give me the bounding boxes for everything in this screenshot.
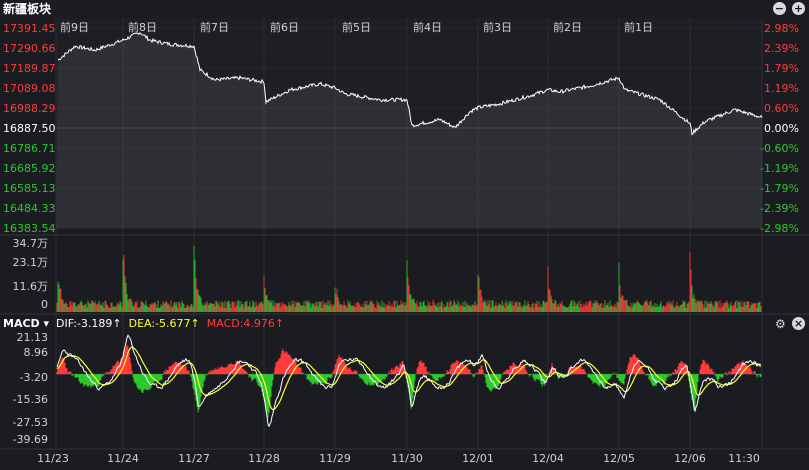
price-tick-label: 17290.66 <box>3 42 56 55</box>
percent-tick-label: 2.98% <box>764 22 799 35</box>
percent-tick-label: -0.60% <box>760 142 799 155</box>
chart-root: 新疆板块 − + 前9日 前8日 前7日 前6日 前5日 前4日 前3日 前2日 前1日 1739… <box>0 0 809 470</box>
percent-tick-label: 1.79% <box>764 62 799 75</box>
day-label: 前2日 <box>553 20 582 34</box>
macd-tick-label: -3.20 <box>20 371 48 384</box>
price-tick-label: 16585.13 <box>3 182 56 195</box>
day-label: 前8日 <box>128 20 157 34</box>
percent-tick-label: 0.00% <box>764 122 799 135</box>
price-tick-label: 16484.33 <box>3 202 56 215</box>
x-axis-label: 11:30 <box>728 452 760 465</box>
day-label: 前1日 <box>624 20 653 34</box>
x-axis-label: 11/27 <box>178 452 210 465</box>
stock-chart-svg[interactable]: 前9日 前8日 前7日 前6日 前5日 前4日 前3日 前2日 前1日 17391.45 17290… <box>0 0 809 470</box>
gear-icon[interactable]: ⚙ <box>775 317 786 331</box>
dif-value: DIF:-3.189↑ <box>56 317 122 330</box>
volume-tick-label: 0 <box>41 298 48 311</box>
price-tick-label: 16383.54 <box>3 222 56 235</box>
price-tick-label: 16786.71 <box>3 142 56 155</box>
percent-tick-label: 1.19% <box>764 82 799 95</box>
macd-tick-label: 21.13 <box>17 331 49 344</box>
x-axis-label: 12/01 <box>462 452 494 465</box>
percent-tick-label: -1.79% <box>760 182 799 195</box>
day-label: 前6日 <box>270 20 299 34</box>
day-label: 前7日 <box>200 20 229 34</box>
x-axis-label: 11/29 <box>319 452 351 465</box>
day-label: 前3日 <box>483 20 512 34</box>
macd-tick-label: -15.36 <box>13 393 48 406</box>
x-axis-label: 12/06 <box>674 452 706 465</box>
price-tick-label: 17089.08 <box>3 82 56 95</box>
x-axis-label: 11/30 <box>391 452 423 465</box>
macd-tick-label: -27.53 <box>13 416 48 429</box>
price-tick-label: 16685.92 <box>3 162 56 175</box>
percent-tick-label: 0.60% <box>764 102 799 115</box>
dea-value: DEA:-5.677↑ <box>128 317 200 330</box>
day-label: 前4日 <box>413 20 442 34</box>
x-axis-label: 12/04 <box>532 452 564 465</box>
x-axis-label: 12/05 <box>603 452 635 465</box>
percent-tick-label: -2.98% <box>760 222 799 235</box>
macd-indicator-select[interactable]: MACD ▾ <box>0 317 49 330</box>
macd-legend: MACD ▾ DIF:-3.189↑ DEA:-5.677↑ MACD:4.976↑ <box>0 316 291 332</box>
x-axis-label: 11/28 <box>248 452 280 465</box>
macd-tick-label: 8.96 <box>24 346 49 359</box>
x-axis-label: 11/24 <box>107 452 139 465</box>
macd-tick-label: -39.69 <box>13 433 48 446</box>
price-tick-label: 17189.87 <box>3 62 56 75</box>
percent-tick-label: -1.19% <box>760 162 799 175</box>
close-icon[interactable]: × <box>792 317 805 330</box>
percent-tick-label: -2.39% <box>760 202 799 215</box>
price-tick-label: 16887.50 <box>3 122 56 135</box>
volume-tick-label: 34.7万 <box>13 237 49 250</box>
x-axis-label: 11/23 <box>37 452 69 465</box>
price-tick-label: 16988.29 <box>3 102 56 115</box>
day-label: 前5日 <box>342 20 371 34</box>
price-tick-label: 17391.45 <box>3 22 56 35</box>
volume-tick-label: 23.1万 <box>13 256 49 269</box>
percent-tick-label: 2.39% <box>764 42 799 55</box>
day-label: 前9日 <box>60 20 89 34</box>
macd-indicator-label: MACD <box>3 317 40 330</box>
volume-tick-label: 11.6万 <box>13 280 49 293</box>
macd-value: MACD:4.976↑ <box>206 317 285 330</box>
